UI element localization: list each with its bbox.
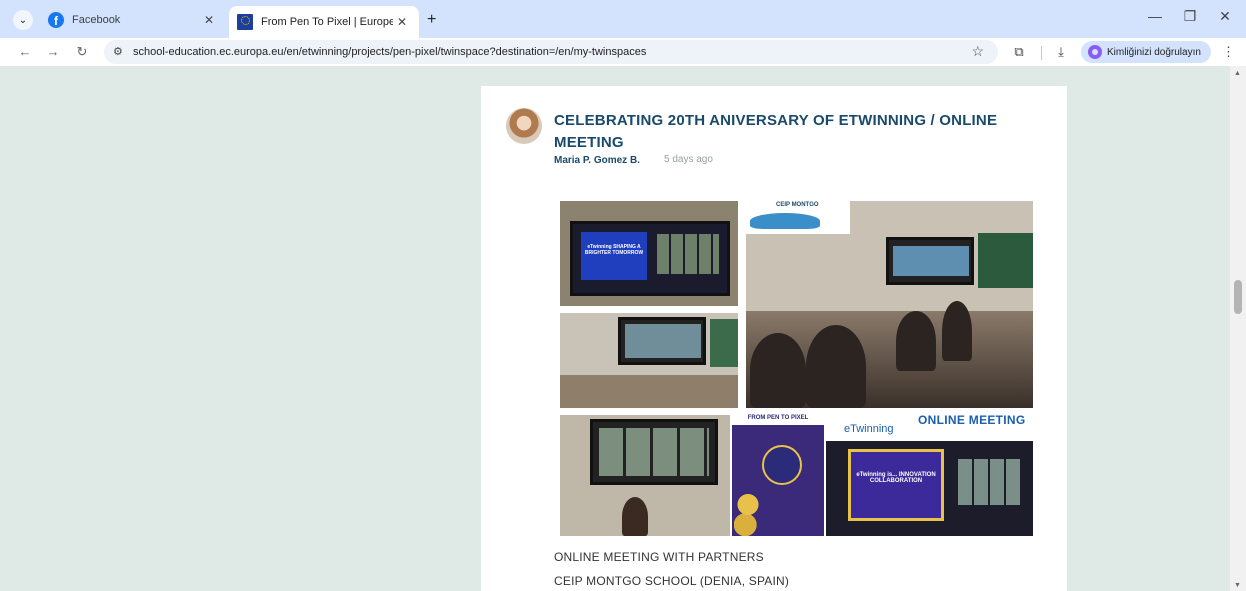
eu-flag-icon <box>237 14 253 30</box>
photo-online-meeting-banner: eTwinning ONLINE MEETING eTwinning is...… <box>826 411 1033 536</box>
vertical-scrollbar[interactable]: ▲ ▼ <box>1230 66 1246 591</box>
banner-title: ONLINE MEETING <box>918 413 1026 427</box>
url-text[interactable]: school-education.ec.europa.eu/en/etwinni… <box>133 46 646 58</box>
forward-button[interactable]: → <box>43 42 63 62</box>
profile-icon <box>1088 45 1102 59</box>
scroll-down-icon[interactable]: ▼ <box>1234 582 1241 589</box>
caption-line-1: ONLINE MEETING WITH PARTNERS <box>554 550 764 564</box>
school-logo: CEIP MONTGO <box>746 201 850 234</box>
photo-classroom: CEIP MONTGO <box>746 201 1033 408</box>
toolbar-divider <box>1041 46 1042 60</box>
tab-facebook[interactable]: f Facebook ✕ <box>40 6 226 34</box>
photo-poster: FROM PEN TO PIXEL <box>732 411 824 536</box>
bookmark-star-icon[interactable]: ☆ <box>971 43 984 60</box>
facebook-icon: f <box>48 12 64 28</box>
photo-videocall <box>560 415 730 536</box>
menu-icon[interactable]: ⋮ <box>1222 44 1235 60</box>
scroll-up-icon[interactable]: ▲ <box>1234 70 1241 77</box>
profile-label: Kimliğinizi doğrulayın <box>1107 46 1201 58</box>
tab-from-pen-to-pixel[interactable]: From Pen To Pixel | European Sc ✕ <box>229 6 419 38</box>
new-tab-button[interactable]: + <box>427 11 436 29</box>
profile-button[interactable]: Kimliğinizi doğrulayın <box>1081 41 1211 63</box>
post-title[interactable]: CELEBRATING 20TH ANIVERSARY OF ETWINNING… <box>554 110 1034 154</box>
tab-search-button[interactable]: ⌄ <box>13 10 33 30</box>
close-window-button[interactable]: ✕ <box>1215 8 1235 25</box>
poster-header: FROM PEN TO PIXEL <box>732 411 824 425</box>
extensions-icon[interactable]: ⧉ <box>1010 44 1028 60</box>
author-name[interactable]: Maria P. Gomez B. <box>554 155 640 166</box>
etwinning-logo: eTwinning <box>844 423 894 435</box>
post-timestamp: 5 days ago <box>664 154 713 165</box>
close-icon[interactable]: ✕ <box>393 15 411 29</box>
photo-collage[interactable]: eTwinning SHAPING A BRIGHTER TOMORROW CE… <box>558 199 1035 538</box>
close-icon[interactable]: ✕ <box>200 13 218 27</box>
slide-text: eTwinning SHAPING A BRIGHTER TOMORROW <box>581 232 647 280</box>
tab-title: Facebook <box>72 14 121 26</box>
tab-title: From Pen To Pixel | European Sc <box>261 16 393 28</box>
restore-button[interactable]: ❐ <box>1180 8 1200 25</box>
post-card: CELEBRATING 20TH ANIVERSARY OF ETWINNING… <box>481 86 1067 591</box>
photo-classroom-screen <box>560 313 738 408</box>
download-icon[interactable]: ⤓ <box>1052 44 1070 60</box>
photo-online-meeting-screen: eTwinning SHAPING A BRIGHTER TOMORROW <box>560 201 738 306</box>
page-viewport: CELEBRATING 20TH ANIVERSARY OF ETWINNING… <box>0 66 1230 591</box>
slide2-text: eTwinning is... INNOVATION COLLABORATION <box>856 472 936 484</box>
caption-line-2: CEIP MONTGO SCHOOL (DENIA, SPAIN) <box>554 574 790 588</box>
tab-strip: ⌄ f Facebook ✕ From Pen To Pixel | Europ… <box>0 0 1246 38</box>
logo-text: CEIP MONTGO <box>776 202 819 208</box>
site-settings-icon[interactable]: ⚙ <box>113 45 123 58</box>
browser-toolbar: ← → ↻ ⚙ school-education.ec.europa.eu/en… <box>0 38 1246 66</box>
address-bar[interactable]: ⚙ school-education.ec.europa.eu/en/etwin… <box>104 40 998 64</box>
avatar[interactable] <box>506 108 542 144</box>
scroll-thumb[interactable] <box>1234 280 1242 314</box>
back-button[interactable]: ← <box>15 42 35 62</box>
reload-button[interactable]: ↻ <box>72 42 92 62</box>
minimize-button[interactable]: — <box>1145 8 1165 24</box>
